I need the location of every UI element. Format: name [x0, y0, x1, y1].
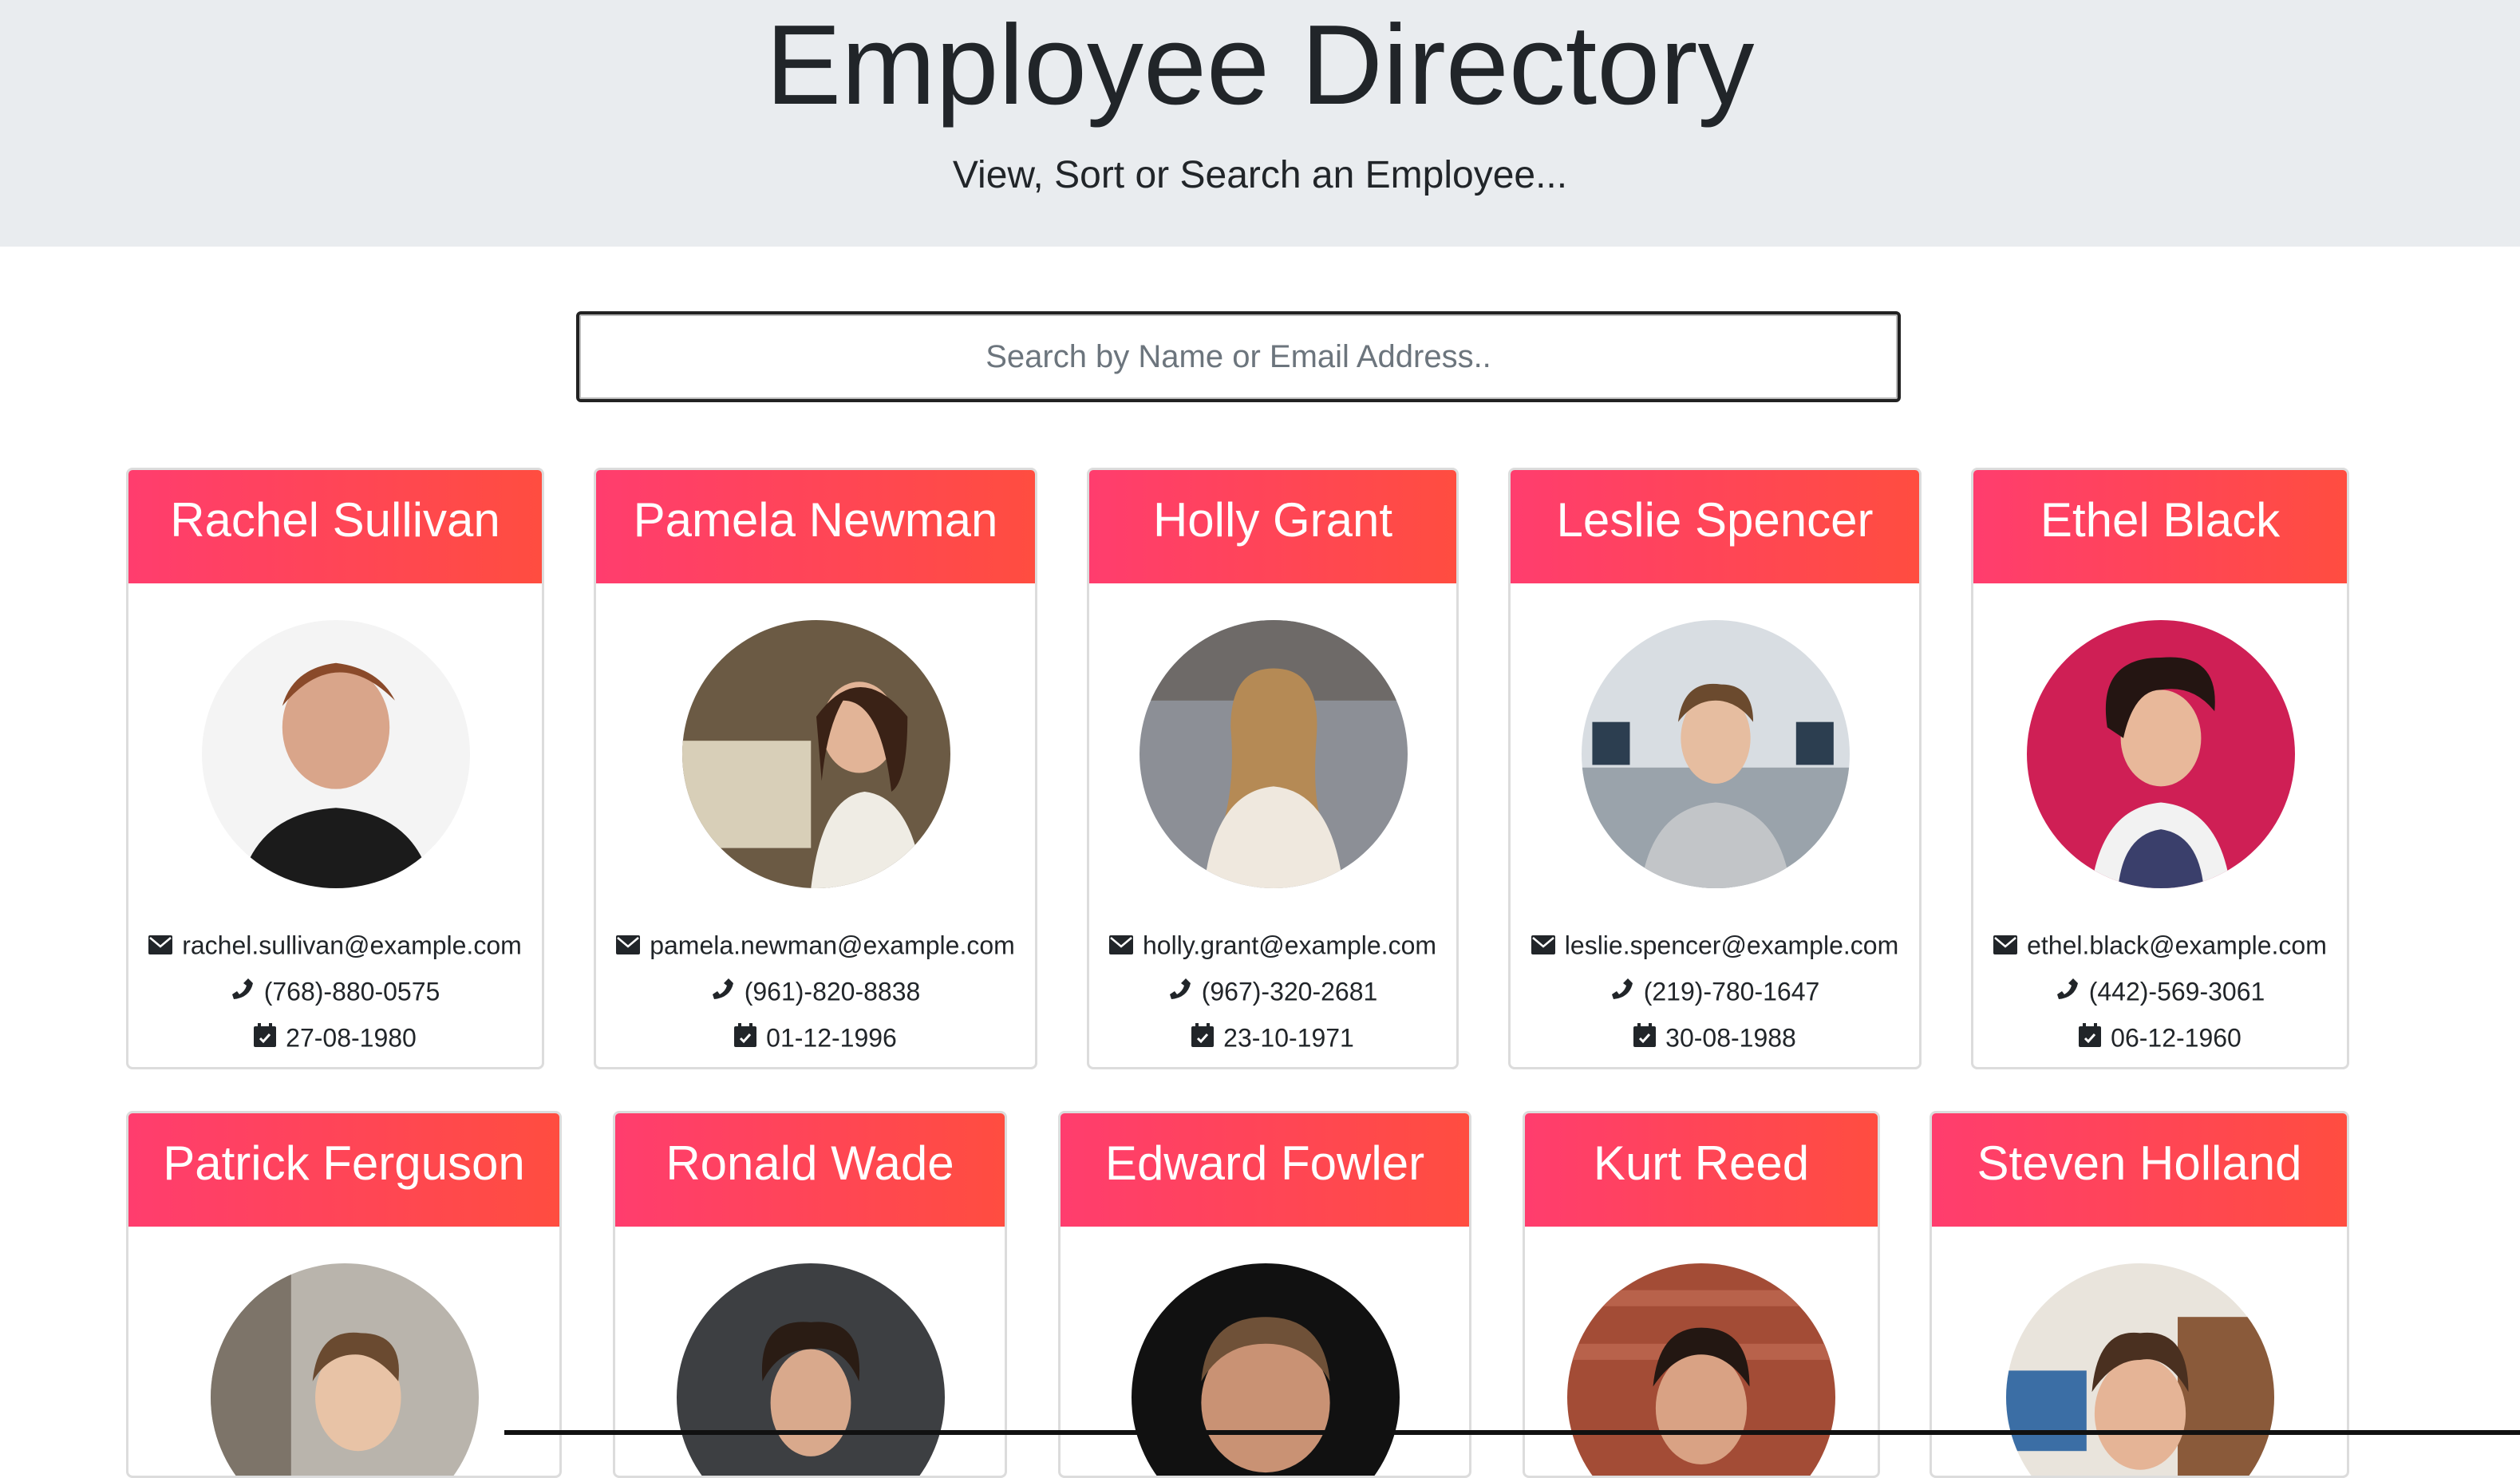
email-row: leslie.spencer@example.com [1508, 927, 1922, 962]
employee-card: Edward Fowler [1058, 1111, 1471, 1478]
employee-avatar [1132, 1263, 1400, 1476]
card-header: Holly Grant [1089, 470, 1456, 583]
employee-name: Rachel Sullivan [170, 493, 500, 547]
employee-name: Ronald Wade [666, 1136, 954, 1190]
employee-name: Pamela Newman [633, 493, 998, 547]
email-row: ethel.black@example.com [1971, 927, 2349, 962]
email-row: holly.grant@example.com [1087, 927, 1459, 962]
dob-row: 01-12-1996 [594, 1020, 1037, 1054]
card-header: Edward Fowler [1061, 1113, 1469, 1227]
employee-name: Patrick Ferguson [163, 1136, 525, 1190]
employee-avatar [2006, 1263, 2274, 1476]
employee-name: Kurt Reed [1593, 1136, 1810, 1190]
employee-name: Holly Grant [1152, 493, 1393, 547]
phone-icon [1610, 976, 1634, 1008]
envelope-icon [1108, 930, 1133, 962]
card-header: Kurt Reed [1525, 1113, 1878, 1227]
calendar-icon [734, 1022, 757, 1054]
phone-row: (961)-820-8838 [594, 974, 1037, 1008]
employee-avatar [1567, 1263, 1835, 1476]
calendar-icon [254, 1022, 277, 1054]
card-header: Patrick Ferguson [128, 1113, 559, 1227]
employee-avatar [202, 620, 470, 888]
employee-avatar [211, 1263, 479, 1476]
employee-card: Steven Holland [1929, 1111, 2349, 1478]
employee-name: Ethel Black [2040, 493, 2281, 547]
page-header: Employee Directory View, Sort or Search … [0, 0, 2520, 247]
page-title: Employee Directory [765, 2, 1755, 128]
envelope-icon [616, 930, 641, 962]
phone-icon [2056, 976, 2080, 1008]
envelope-icon [1531, 930, 1555, 962]
employee-card: Patrick Ferguson [126, 1111, 562, 1478]
dob-row: 23-10-1971 [1087, 1020, 1459, 1054]
card-header: Pamela Newman [596, 470, 1035, 583]
employee-name: Edward Fowler [1104, 1136, 1425, 1190]
dob-row: 27-08-1980 [126, 1020, 544, 1054]
employee-avatar [2027, 620, 2295, 888]
phone-row: (768)-880-0575 [126, 974, 544, 1008]
employee-avatar [1140, 620, 1408, 888]
page-subtitle: View, Sort or Search an Employee... [952, 154, 1568, 196]
bottom-edge-bar [504, 1430, 2520, 1435]
dob-row: 06-12-1960 [1971, 1020, 2349, 1054]
dob-row: 30-08-1988 [1508, 1020, 1922, 1054]
employee-avatar [1582, 620, 1850, 888]
phone-row: (219)-780-1647 [1508, 974, 1922, 1008]
employee-name: Steven Holland [1977, 1136, 2302, 1190]
card-header: Ethel Black [1973, 470, 2347, 583]
card-header: Ronald Wade [615, 1113, 1005, 1227]
email-row: pamela.newman@example.com [594, 927, 1037, 962]
phone-icon [231, 976, 255, 1008]
calendar-icon [1191, 1022, 1215, 1054]
email-row: rachel.sullivan@example.com [126, 927, 544, 962]
card-header: Rachel Sullivan [128, 470, 542, 583]
phone-row: (967)-320-2681 [1087, 974, 1459, 1008]
calendar-icon [2079, 1022, 2102, 1054]
card-header: Leslie Spencer [1511, 470, 1919, 583]
search-input[interactable] [576, 311, 1901, 402]
envelope-icon [1993, 930, 2018, 962]
employee-name: Leslie Spencer [1556, 493, 1874, 547]
employee-avatar [682, 620, 950, 888]
phone-row: (442)-569-3061 [1971, 974, 2349, 1008]
calendar-icon [1633, 1022, 1657, 1054]
phone-icon [711, 976, 735, 1008]
card-header: Steven Holland [1932, 1113, 2347, 1227]
envelope-icon [148, 930, 173, 962]
employee-card: Ronald Wade [613, 1111, 1007, 1478]
phone-icon [1168, 976, 1192, 1008]
employee-card: Kurt Reed [1523, 1111, 1880, 1478]
employee-avatar [677, 1263, 945, 1476]
